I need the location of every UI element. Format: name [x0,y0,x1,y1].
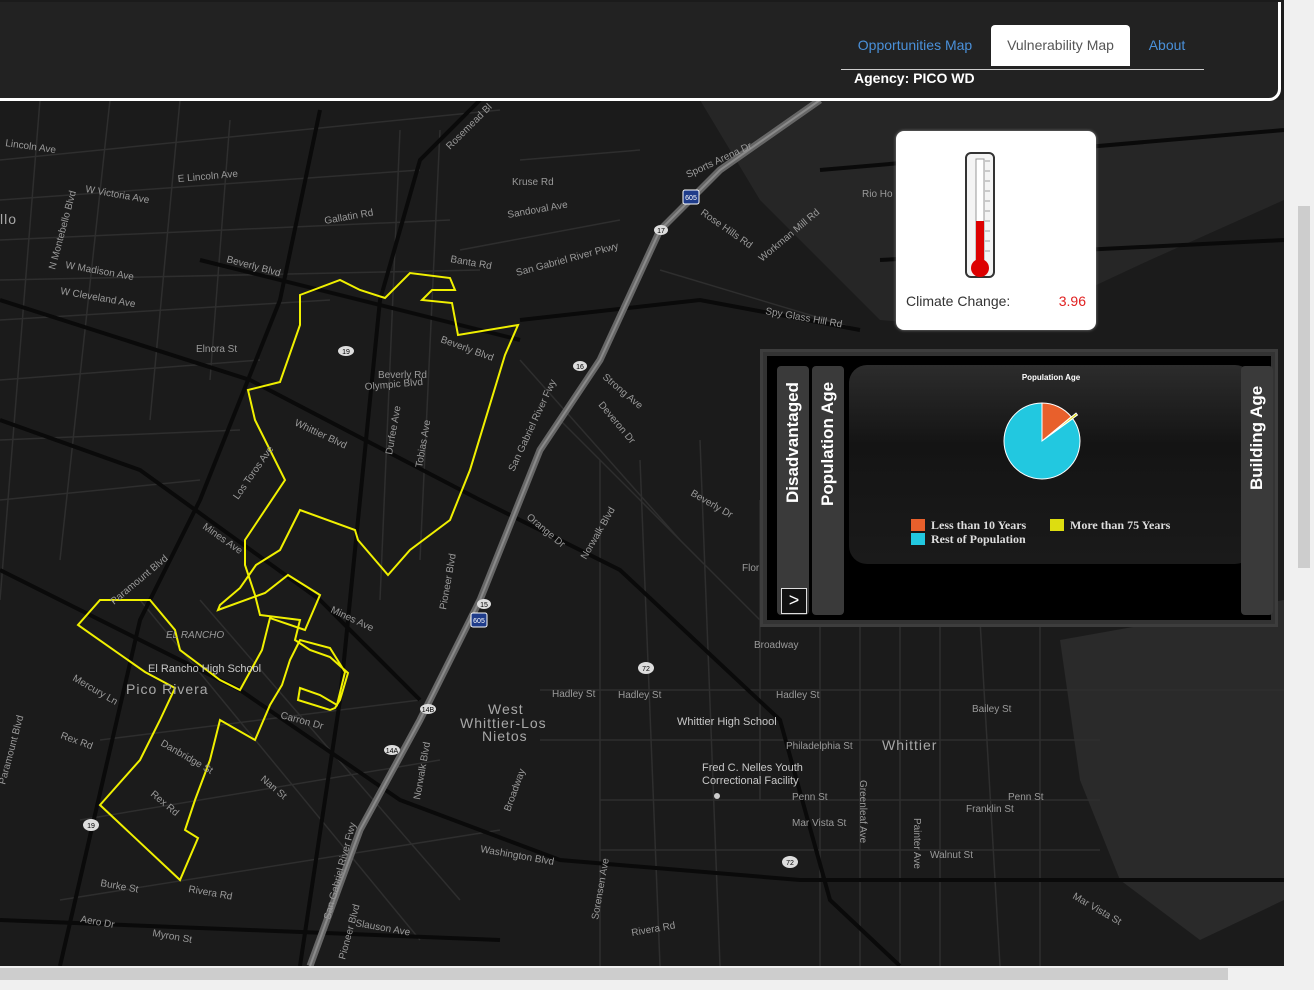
tab-population-age[interactable]: Population Age [812,366,844,615]
agency-label: Agency: PICO WD [854,70,975,86]
chart-title: Population Age [1021,373,1081,382]
svg-text:El Rancho High School: El Rancho High School [148,663,261,675]
climate-change-label: Climate Change: [906,293,1011,309]
thermometer-icon [965,152,995,278]
tab-vulnerability-map[interactable]: Vulnerability Map [991,25,1130,66]
svg-text:Elnora St: Elnora St [196,344,237,355]
svg-text:Beverly Rd: Beverly Rd [378,370,427,381]
scroll-corner [1284,966,1314,990]
svg-text:Pico Rivera: Pico Rivera [126,681,209,697]
shield-605-top: 605 [682,189,700,205]
svg-text:Nietos: Nietos [482,728,528,744]
svg-text:Correctional Facility: Correctional Facility [702,775,799,787]
svg-text:Broadway: Broadway [754,640,798,651]
legend-swatch [1050,519,1064,531]
svg-text:Hadley St: Hadley St [552,689,596,700]
horizontal-scrollbar[interactable] [0,966,1284,990]
svg-text:Penn St: Penn St [1008,792,1044,803]
svg-text:Kruse Rd: Kruse Rd [512,177,554,188]
svg-text:14B: 14B [422,707,435,714]
svg-text:17: 17 [657,228,665,235]
tab-disadvantaged[interactable]: Disadvantaged [777,366,809,615]
svg-text:llo: llo [0,211,17,227]
legend-swatch [911,519,925,531]
svg-text:Hadley St: Hadley St [618,690,662,701]
svg-text:Painter Ave: Painter Ave [911,818,922,869]
tab-opportunities-map[interactable]: Opportunities Map [841,25,989,66]
population-age-chart: Population Age Less than 10 Years More t… [849,365,1253,564]
legend-more-than-75: More than 75 Years [1050,518,1170,533]
expand-arrow-button[interactable]: > [781,588,807,614]
legend-less-than-10: Less than 10 Years [911,518,1026,533]
svg-text:Walnut St: Walnut St [930,850,973,861]
svg-text:Greenleaf Ave: Greenleaf Ave [857,780,868,844]
svg-text:Mar Vista St: Mar Vista St [792,818,846,829]
svg-text:16: 16 [576,364,584,371]
legend-rest-of-population: Rest of Population [911,532,1026,547]
tab-disadvantaged-label: Disadvantaged [783,382,802,503]
svg-text:19: 19 [342,349,350,356]
svg-text:Penn St: Penn St [792,792,828,803]
vertical-scroll-thumb[interactable] [1298,206,1310,568]
svg-text:Rio Ho: Rio Ho [862,189,893,200]
svg-text:Franklin St: Franklin St [966,804,1014,815]
svg-text:Whittier High School: Whittier High School [677,716,777,728]
svg-text:14A: 14A [386,748,399,755]
nav-tabs: Opportunities Map Vulnerability Map Abou… [841,25,1204,70]
horizontal-scroll-thumb[interactable] [0,968,1228,980]
pie-chart [1003,402,1081,480]
svg-text:72: 72 [642,666,650,673]
tab-about[interactable]: About [1136,25,1198,66]
tab-population-age-label: Population Age [818,381,837,506]
svg-text:Philadelphia St: Philadelphia St [786,741,853,752]
info-panel: Disadvantaged > Population Age Populatio… [760,349,1278,627]
climate-change-value: 3.96 [1058,293,1086,309]
svg-text:605: 605 [473,618,485,625]
svg-text:Whittier: Whittier [882,737,937,753]
svg-text:15: 15 [480,602,488,609]
svg-text:Flor: Flor [742,563,760,574]
svg-text:EL RANCHO: EL RANCHO [166,630,224,641]
svg-text:Bailey St: Bailey St [972,704,1012,715]
svg-text:605: 605 [685,195,697,202]
legend-swatch [911,533,925,545]
app-header: Opportunities Map Vulnerability Map Abou… [0,2,1281,101]
tab-building-age-label: Building Age [1247,385,1266,490]
climate-change-gauge: Climate Change: 3.96 [896,131,1096,330]
tab-building-age[interactable]: Building Age [1241,366,1273,615]
svg-text:Hadley St: Hadley St [776,690,820,701]
vertical-scrollbar[interactable] [1284,0,1314,966]
svg-text:19: 19 [87,823,95,830]
svg-text:Fred C. Nelles Youth: Fred C. Nelles Youth [702,762,803,774]
svg-text:72: 72 [786,860,794,867]
